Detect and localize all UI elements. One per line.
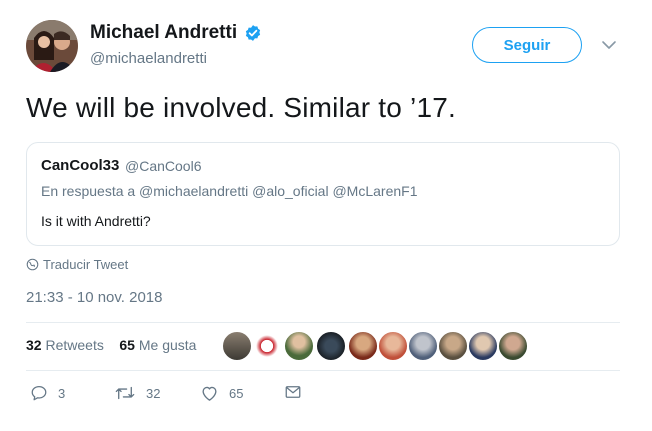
engagement-stats: 32 Retweets 65 Me gusta xyxy=(26,337,196,353)
likes-stat[interactable]: 65 Me gusta xyxy=(119,337,196,353)
author-name[interactable]: Michael Andretti xyxy=(90,22,237,44)
liker-avatar[interactable] xyxy=(498,331,528,361)
quoted-author-handle: @CanCool6 xyxy=(125,158,202,174)
quoted-tweet-text: Is it with Andretti? xyxy=(41,213,151,229)
translate-link[interactable]: Traducir Tweet xyxy=(43,257,128,272)
liker-avatar[interactable] xyxy=(378,331,408,361)
like-button[interactable]: 65 xyxy=(200,384,243,402)
chevron-down-icon[interactable] xyxy=(601,38,617,52)
tweet-text: We will be involved. Similar to ’17. xyxy=(26,92,456,123)
reply-button[interactable]: 3 xyxy=(30,384,65,402)
author-handle[interactable]: @michaelandretti xyxy=(90,50,207,67)
quoted-reply-context: En respuesta a @michaelandretti @alo_ofi… xyxy=(41,183,418,199)
divider xyxy=(26,322,620,323)
retweet-icon xyxy=(114,384,136,402)
author-avatar[interactable] xyxy=(26,20,78,72)
divider xyxy=(26,370,620,371)
retweet-button[interactable]: 32 xyxy=(114,384,160,402)
quoted-author-name: CanCool33 xyxy=(41,157,120,174)
liker-avatar[interactable] xyxy=(284,331,314,361)
liker-avatar[interactable] xyxy=(348,331,378,361)
retweets-stat[interactable]: 32 Retweets xyxy=(26,337,104,353)
liker-avatar[interactable] xyxy=(222,331,252,361)
follow-button[interactable]: Seguir xyxy=(472,27,582,63)
heart-icon xyxy=(200,384,219,402)
verified-badge-icon xyxy=(244,24,262,42)
liker-avatar[interactable] xyxy=(252,331,282,361)
quoted-tweet[interactable]: CanCool33 @CanCool6 En respuesta a @mich… xyxy=(26,142,620,246)
tweet-timestamp[interactable]: 21:33 - 10 nov. 2018 xyxy=(26,289,163,306)
reply-icon xyxy=(30,384,48,402)
retweet-count: 32 xyxy=(146,385,161,401)
liker-avatar[interactable] xyxy=(438,331,468,361)
liker-avatar[interactable] xyxy=(468,331,498,361)
reply-count: 3 xyxy=(58,385,66,401)
message-button[interactable] xyxy=(284,384,302,400)
liker-avatar[interactable] xyxy=(408,331,438,361)
message-icon xyxy=(284,384,302,400)
globe-icon xyxy=(26,258,39,271)
liker-avatar[interactable] xyxy=(316,331,346,361)
like-count: 65 xyxy=(229,385,244,401)
